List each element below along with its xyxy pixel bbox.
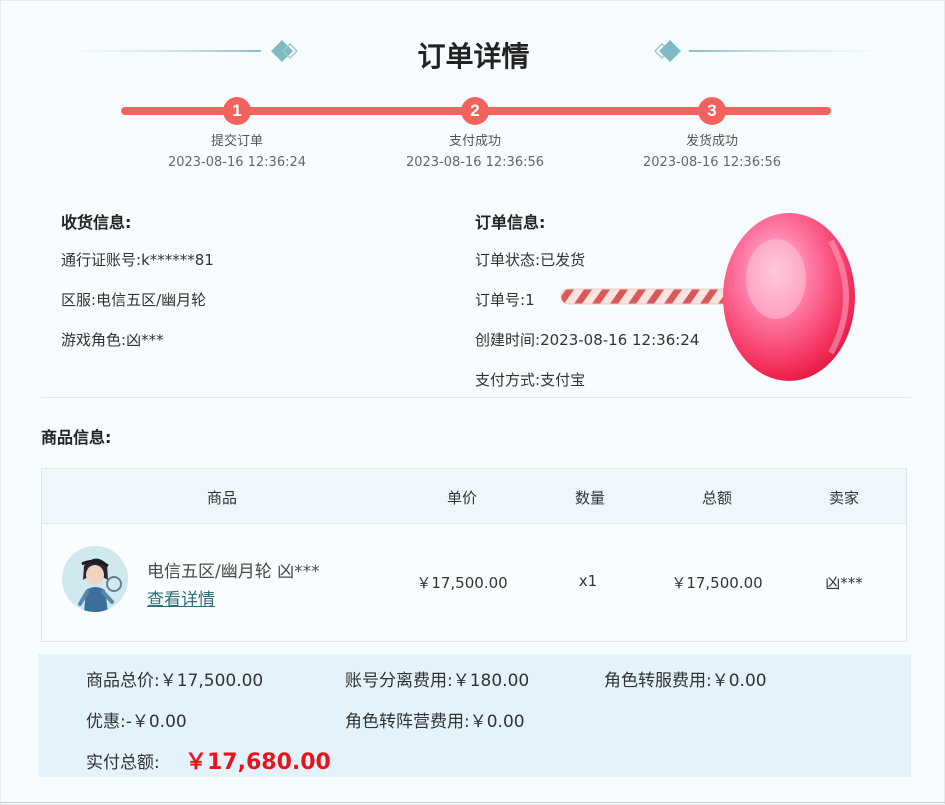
quantity-cell: x1: [578, 572, 598, 590]
server-transfer-fee: 角色转服费用:￥0.00: [604, 671, 767, 691]
step-label: 支付成功: [448, 134, 501, 149]
section-divider: [41, 397, 911, 398]
unit-price-cell: ￥17,500.00: [416, 574, 508, 592]
shipping-account-row: 通行证账号:k******81: [61, 249, 214, 270]
paid-total-value: ￥17,680.00: [185, 750, 331, 775]
lollipop-sticker-icon: [560, 213, 855, 381]
column-header-seller: 卖家: [828, 489, 859, 507]
faction-change-fee: 角色转阵营费用:￥0.00: [345, 712, 525, 732]
step-number: 1: [223, 97, 251, 125]
account-separation-fee: 账号分离费用:￥180.00: [345, 671, 530, 691]
seller-cell: 凶***: [825, 574, 863, 592]
order-number-label: 订单号:: [475, 291, 526, 309]
progress-step-submit: 1 提交订单 2023-08-16 12:36:24: [117, 97, 357, 171]
character-value: 凶***: [126, 331, 164, 349]
goods-total: 商品总价:￥17,500.00: [86, 671, 264, 691]
shipping-info-title: 收货信息:: [61, 213, 132, 232]
step-time: 2023-08-16 12:36:56: [405, 155, 545, 170]
column-header-unit-price: 单价: [446, 489, 477, 507]
product-table: 商品 单价 数量 总额 卖家 电信五区/幽月轮 凶*** 查看详情 ￥17,50…: [41, 468, 907, 642]
order-detail-page: 订单详情 1 提交订单 2023-08-16 12:36:24 2 支付成功 2…: [0, 0, 945, 805]
character-label: 游戏角色:: [61, 331, 127, 349]
discount: 优惠:-￥0.00: [86, 712, 187, 732]
server-label: 区服:: [61, 291, 97, 309]
shipping-character-row: 游戏角色:凶***: [61, 329, 164, 350]
order-number-row: 订单号:1: [475, 289, 535, 310]
right-diamond-ornament-icon: [653, 40, 889, 62]
view-details-link[interactable]: 查看详情: [147, 585, 215, 610]
column-header-total: 总额: [701, 489, 732, 507]
product-avatar: [62, 546, 128, 612]
column-header-product: 商品: [206, 489, 237, 507]
server-value: 电信五区/幽月轮: [96, 291, 207, 309]
step-label: 提交订单: [210, 134, 263, 149]
total-cell: ￥17,500.00: [671, 574, 763, 592]
product-info-title: 商品信息:: [41, 428, 112, 447]
shipping-server-row: 区服:电信五区/幽月轮: [61, 289, 206, 310]
step-number: 2: [461, 97, 489, 125]
progress-step-paid: 2 支付成功 2023-08-16 12:36:56: [355, 97, 595, 171]
payment-summary: 商品总价:￥17,500.00 账号分离费用:￥180.00 角色转服费用:￥0…: [38, 654, 911, 777]
step-time: 2023-08-16 12:36:56: [642, 155, 782, 170]
step-time: 2023-08-16 12:36:24: [167, 155, 307, 170]
account-label: 通行证账号:: [61, 251, 142, 269]
table-header: 商品 单价 数量 总额 卖家: [42, 469, 906, 524]
step-number: 3: [698, 97, 726, 125]
column-header-quantity: 数量: [574, 489, 605, 507]
step-label: 发货成功: [685, 134, 738, 149]
product-name: 电信五区/幽月轮 凶***: [147, 562, 320, 582]
account-value: k******81: [141, 251, 214, 269]
progress-step-shipped: 3 发货成功 2023-08-16 12:36:56: [592, 97, 832, 171]
page-bottom-border: [0, 802, 945, 803]
paid-total-label: 实付总额:: [86, 753, 160, 773]
